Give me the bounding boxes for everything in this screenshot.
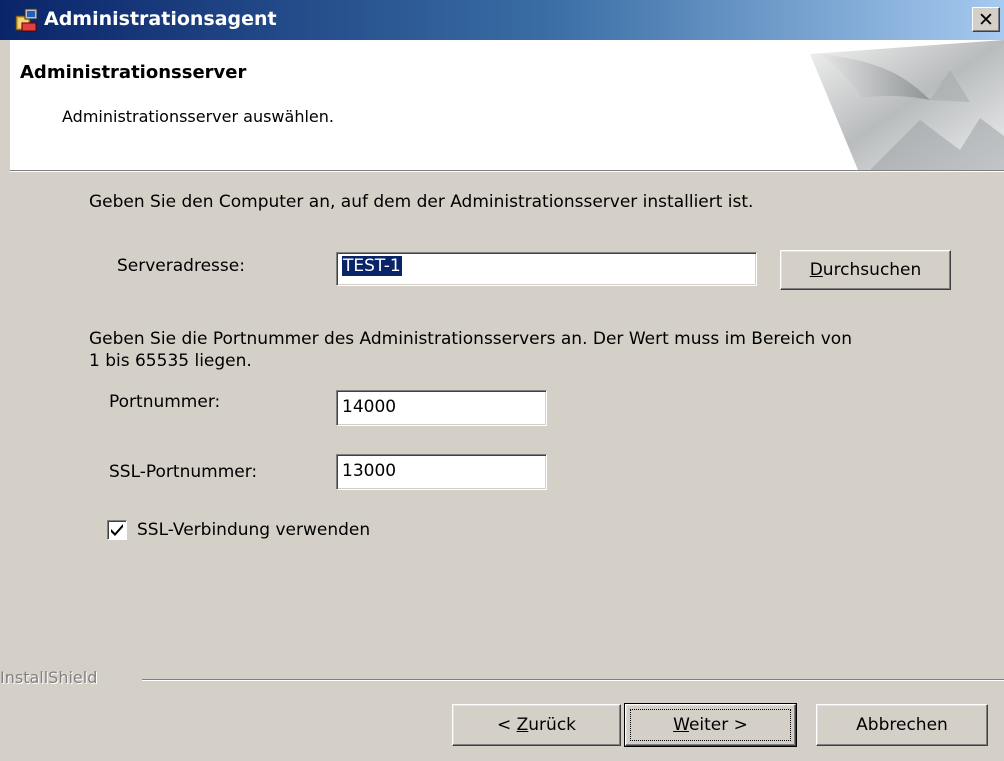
ssl-connection-label[interactable]: SSL-Verbindung verwenden — [137, 520, 370, 540]
server-address-label: Serveradresse: — [117, 256, 245, 276]
port-number-value: 14000 — [342, 397, 397, 417]
ssl-port-number-input[interactable]: 13000 — [336, 454, 547, 490]
ssl-port-number-label: SSL-Portnummer: — [109, 462, 258, 482]
close-icon: ✕ — [978, 9, 994, 31]
port-number-input[interactable]: 14000 — [336, 390, 547, 426]
installshield-brand: InstallShield — [0, 668, 98, 687]
next-button[interactable]: Weiter > — [624, 703, 797, 747]
page-title: Administrationsserver — [20, 62, 247, 83]
cancel-button[interactable]: Abbrechen — [816, 704, 988, 746]
server-address-value: TEST-1 — [342, 256, 402, 276]
server-intro-text: Geben Sie den Computer an, auf dem der A… — [89, 192, 754, 212]
installer-app-icon — [15, 8, 38, 32]
back-button[interactable]: < Zurück — [452, 704, 621, 746]
header-divider — [10, 170, 1004, 172]
installer-window: Administrationsagent ✕ Administrationsse… — [0, 0, 1004, 761]
footer-divider — [142, 679, 1004, 681]
server-address-input[interactable]: TEST-1 — [336, 252, 757, 286]
port-intro-line-1: Geben Sie die Portnummer des Administrat… — [89, 329, 852, 349]
page-curl-graphic — [810, 40, 1004, 170]
window-title: Administrationsagent — [44, 8, 277, 30]
title-bar[interactable]: Administrationsagent ✕ — [0, 0, 1004, 40]
checkmark-icon — [111, 524, 123, 536]
close-button[interactable]: ✕ — [972, 7, 1000, 32]
port-intro-line-2: 1 bis 65535 liegen. — [89, 351, 252, 371]
ssl-port-number-value: 13000 — [342, 461, 397, 481]
header-panel: Administrationsserver Administrationsser… — [10, 40, 1004, 170]
browse-button[interactable]: Durchsuchen — [780, 250, 951, 290]
ssl-connection-checkbox[interactable] — [107, 520, 127, 540]
port-number-label: Portnummer: — [109, 392, 221, 412]
page-subtitle: Administrationsserver auswählen. — [62, 107, 334, 126]
